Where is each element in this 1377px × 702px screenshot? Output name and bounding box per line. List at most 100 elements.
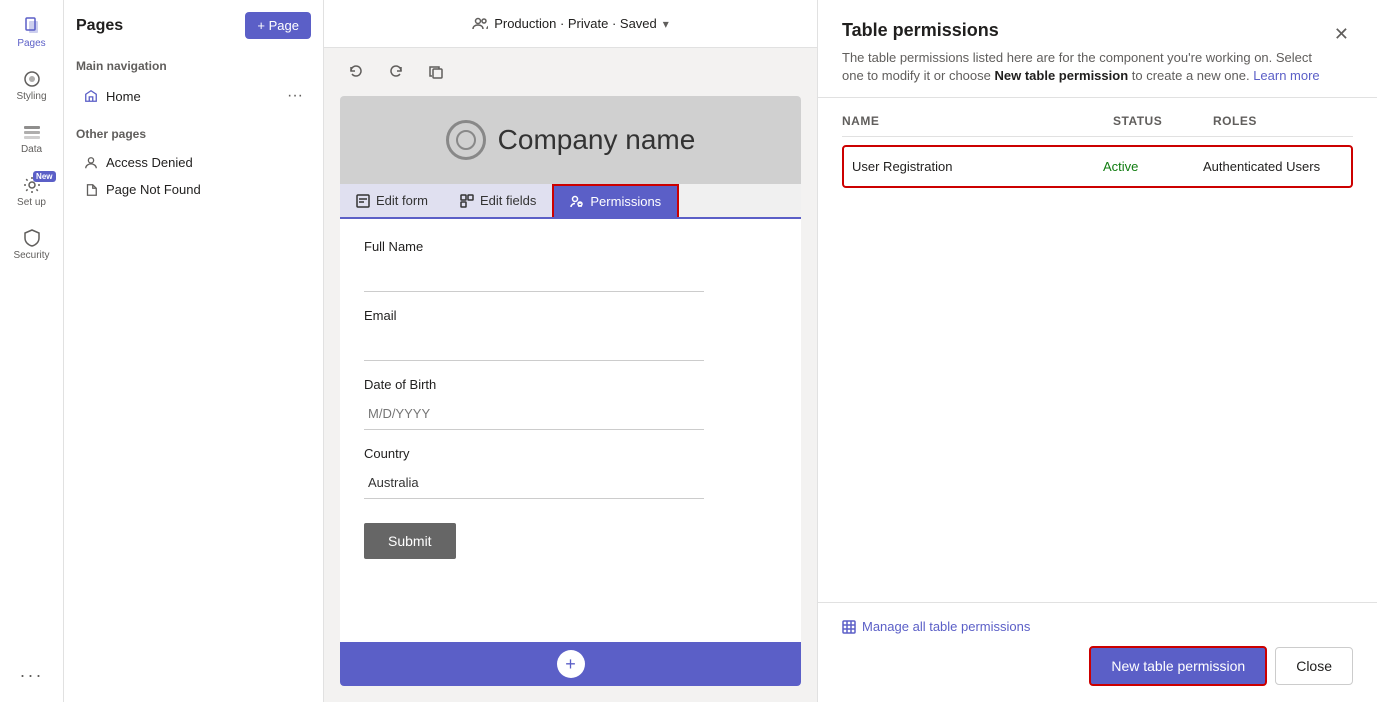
permission-roles: Authenticated Users — [1203, 159, 1343, 174]
panel-footer: Manage all table permissions New table p… — [818, 602, 1377, 702]
panel-description: The table permissions listed here are fo… — [842, 49, 1322, 85]
new-badge: New — [33, 171, 55, 182]
main-nav-label: Main navigation — [76, 59, 311, 73]
sidebar-item-setup[interactable]: Set up New — [4, 167, 60, 216]
nav-page-not-found[interactable]: Page Not Found — [76, 176, 311, 203]
pages-panel-title: Pages — [76, 17, 123, 35]
sidebar-item-security[interactable]: Security — [4, 220, 60, 269]
email-label: Email — [364, 308, 777, 323]
form-tabs: Edit form Edit fields Permissions — [340, 184, 801, 219]
country-label: Country — [364, 446, 777, 461]
add-page-label: + Page — [257, 18, 299, 33]
table-header-row: Name Status Roles — [842, 114, 1353, 137]
home-dots[interactable]: ··· — [287, 87, 303, 105]
edit-form-icon — [356, 194, 370, 208]
new-permission-button[interactable]: New table permission — [1089, 646, 1267, 686]
canvas-toolbar — [324, 48, 817, 96]
permissions-panel: Table permissions The table permissions … — [817, 0, 1377, 702]
add-section-icon: + — [565, 654, 576, 675]
canvas-content: Company name Edit form — [340, 96, 801, 686]
description-suffix: to create a new one. — [1128, 68, 1249, 83]
field-full-name: Full Name — [364, 239, 777, 292]
page-not-found-label: Page Not Found — [106, 182, 201, 197]
add-section-button[interactable]: + — [557, 650, 585, 678]
nav-access-denied[interactable]: Access Denied — [76, 149, 311, 176]
company-header: Company name — [340, 96, 801, 184]
submit-button[interactable]: Submit — [364, 523, 456, 559]
permission-name: User Registration — [852, 159, 1103, 174]
data-icon — [22, 122, 42, 142]
field-country: Country — [364, 446, 777, 499]
field-email: Email — [364, 308, 777, 361]
col-status-header: Status — [1113, 114, 1213, 128]
nav-home[interactable]: Home ··· — [76, 81, 311, 111]
tab-edit-form[interactable]: Edit form — [340, 184, 444, 217]
dob-label: Date of Birth — [364, 377, 777, 392]
submit-label: Submit — [388, 533, 432, 549]
setup-label: Set up — [17, 197, 46, 208]
dob-input[interactable] — [364, 398, 704, 430]
permissions-label: Permissions — [590, 194, 661, 209]
sidebar-item-pages[interactable]: Pages — [4, 8, 60, 57]
sidebar-icon-bar: Pages Styling Data Set up New Security ·… — [0, 0, 64, 702]
field-dob: Date of Birth — [364, 377, 777, 430]
security-label: Security — [13, 250, 49, 261]
edit-fields-label: Edit fields — [480, 193, 536, 208]
person-icon — [84, 156, 98, 170]
sidebar-item-data[interactable]: Data — [4, 114, 60, 163]
panel-actions: New table permission Close — [842, 646, 1353, 686]
other-pages-label: Other pages — [76, 127, 311, 141]
undo-icon — [348, 64, 364, 80]
copy-icon — [428, 64, 444, 80]
close-action-button[interactable]: Close — [1275, 647, 1353, 685]
permissions-table: Name Status Roles User Registration Acti… — [818, 98, 1377, 602]
country-input[interactable] — [364, 467, 704, 499]
close-panel-icon: ✕ — [1334, 24, 1349, 44]
copy-button[interactable] — [420, 56, 452, 88]
pages-panel-header: Pages + Page — [76, 12, 311, 39]
styling-label: Styling — [16, 91, 46, 102]
redo-button[interactable] — [380, 56, 412, 88]
undo-button[interactable] — [340, 56, 372, 88]
manage-link-label: Manage all table permissions — [862, 619, 1030, 634]
description-bold: New table permission — [994, 68, 1128, 83]
add-section-bar: + — [340, 642, 801, 686]
data-label: Data — [21, 144, 42, 155]
permissions-icon — [570, 195, 584, 209]
styling-icon — [22, 69, 42, 89]
main-canvas-area: Production · Private · Saved ▾ — [324, 0, 817, 702]
panel-title: Table permissions — [842, 20, 1322, 41]
close-panel-button[interactable]: ✕ — [1330, 20, 1353, 49]
edit-form-label: Edit form — [376, 193, 428, 208]
pages-label: Pages — [17, 38, 45, 49]
new-permission-label: New table permission — [1111, 658, 1245, 674]
redo-icon — [388, 64, 404, 80]
panel-header-content: Table permissions The table permissions … — [842, 20, 1322, 85]
manage-permissions-link[interactable]: Manage all table permissions — [842, 619, 1353, 634]
company-name: Company name — [498, 124, 696, 156]
col-roles-header: Roles — [1213, 114, 1353, 128]
pages-icon — [22, 16, 42, 36]
home-icon — [84, 89, 98, 103]
security-icon — [22, 228, 42, 248]
document-icon — [84, 183, 98, 197]
sidebar-item-styling[interactable]: Styling — [4, 61, 60, 110]
close-action-label: Close — [1296, 658, 1332, 674]
form-content: Full Name Email Date of Birth Country Su… — [340, 219, 801, 579]
tab-edit-fields[interactable]: Edit fields — [444, 184, 552, 217]
env-info[interactable]: Production · Private · Saved ▾ — [472, 16, 669, 32]
panel-header: Table permissions The table permissions … — [818, 0, 1377, 98]
users-icon — [472, 16, 488, 32]
more-options[interactable]: ··· — [20, 665, 44, 702]
full-name-input[interactable] — [364, 260, 704, 292]
learn-more-link[interactable]: Learn more — [1253, 68, 1319, 83]
full-name-label: Full Name — [364, 239, 777, 254]
add-page-button[interactable]: + Page — [245, 12, 311, 39]
tab-permissions[interactable]: Permissions — [552, 184, 679, 217]
top-bar: Production · Private · Saved ▾ — [324, 0, 817, 48]
email-input[interactable] — [364, 329, 704, 361]
permission-row-user-registration[interactable]: User Registration Active Authenticated U… — [842, 145, 1353, 188]
permission-status: Active — [1103, 159, 1203, 174]
pages-panel: Pages + Page Main navigation Home ··· Ot… — [64, 0, 324, 702]
company-logo-inner — [456, 130, 476, 150]
